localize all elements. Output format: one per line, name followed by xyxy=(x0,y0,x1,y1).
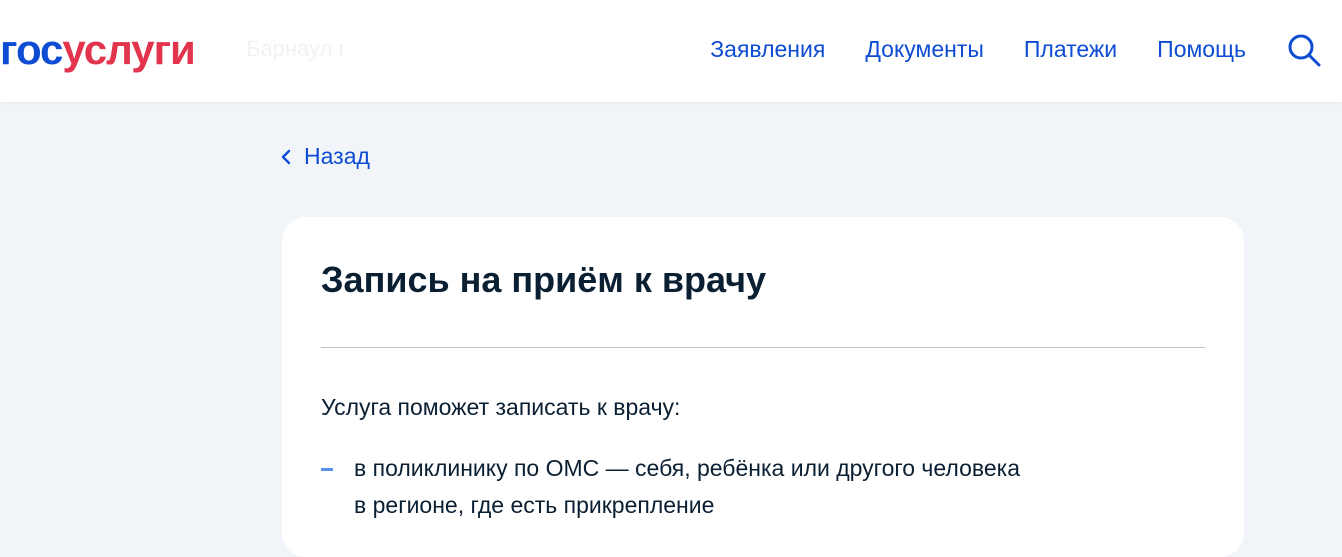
search-button[interactable] xyxy=(1286,32,1322,68)
site-header: госуслуги Барнаул г Заявления Документы … xyxy=(0,0,1342,102)
back-label: Назад xyxy=(304,143,370,169)
location-selector[interactable]: Барнаул г xyxy=(246,36,347,62)
main-nav: Заявления Документы Платежи Помощь xyxy=(710,34,1246,64)
service-intro: Услуга поможет записать к врачу: xyxy=(321,394,681,420)
nav-item-applications[interactable]: Заявления xyxy=(710,34,825,64)
service-options-list: в поликлинику по ОМС — себя, ребёнка или… xyxy=(321,450,1154,524)
chevron-left-icon xyxy=(281,149,291,164)
service-card: Запись на приём к врачу Услуга поможет з… xyxy=(282,217,1244,557)
nav-item-help[interactable]: Помощь xyxy=(1157,34,1246,64)
nav-item-payments[interactable]: Платежи xyxy=(1024,34,1117,64)
page-title: Запись на приём к врачу xyxy=(321,259,767,300)
gosuslugi-logo[interactable]: госуслуги xyxy=(0,26,196,74)
search-icon xyxy=(1288,34,1321,67)
divider xyxy=(321,347,1205,348)
back-link[interactable]: Назад xyxy=(280,143,370,170)
list-item: в поликлинику по ОМС — себя, ребёнка или… xyxy=(321,450,1154,524)
bullet-dash-icon xyxy=(321,468,333,471)
nav-item-documents[interactable]: Документы xyxy=(865,34,984,64)
list-item-text-line1: в поликлинику по ОМС — себя, ребёнка или… xyxy=(354,455,1021,481)
list-item-text-line2: в регионе, где есть прикрепление xyxy=(354,492,715,518)
logo-part-gos: гос xyxy=(0,26,63,73)
logo-part-uslugi: услуги xyxy=(62,26,195,73)
